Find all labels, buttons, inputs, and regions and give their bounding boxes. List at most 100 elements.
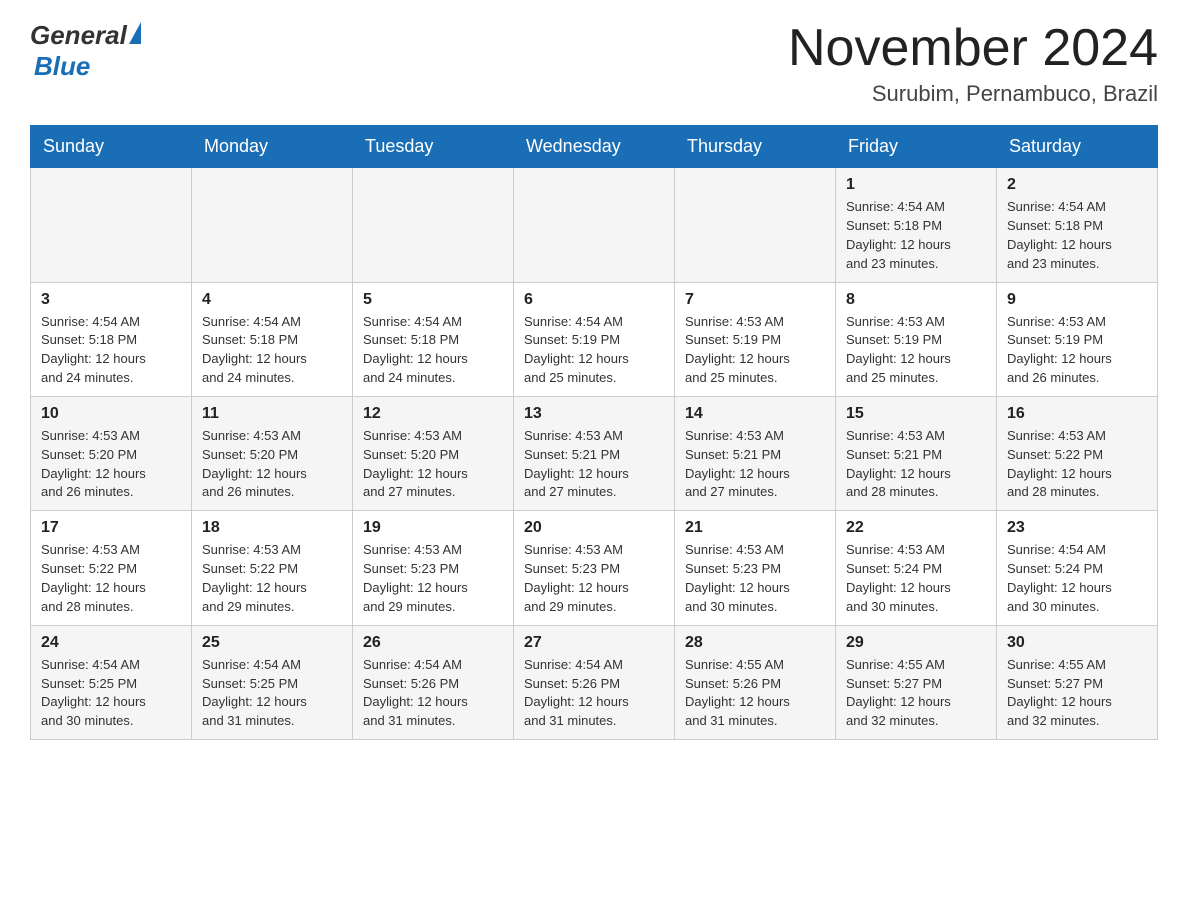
logo-general: General	[30, 20, 127, 51]
day-info: Sunrise: 4:55 AMSunset: 5:26 PMDaylight:…	[685, 656, 825, 731]
day-info: Sunrise: 4:53 AMSunset: 5:21 PMDaylight:…	[846, 427, 986, 502]
day-number: 13	[524, 405, 664, 423]
day-number: 26	[363, 634, 503, 652]
calendar-cell: 29 Sunrise: 4:55 AMSunset: 5:27 PMDayligh…	[836, 625, 997, 739]
day-number: 24	[41, 634, 181, 652]
day-info: Sunrise: 4:53 AMSunset: 5:23 PMDaylight:…	[685, 541, 825, 616]
day-number: 3	[41, 291, 181, 309]
calendar-cell	[192, 168, 353, 282]
day-info: Sunrise: 4:53 AMSunset: 5:22 PMDaylight:…	[41, 541, 181, 616]
day-info: Sunrise: 4:53 AMSunset: 5:20 PMDaylight:…	[202, 427, 342, 502]
day-number: 4	[202, 291, 342, 309]
calendar-table: SundayMondayTuesdayWednesdayThursdayFrid…	[30, 125, 1158, 740]
calendar-cell	[31, 168, 192, 282]
col-header-wednesday: Wednesday	[514, 126, 675, 168]
calendar-cell: 12 Sunrise: 4:53 AMSunset: 5:20 PMDayligh…	[353, 396, 514, 510]
day-number: 25	[202, 634, 342, 652]
day-info: Sunrise: 4:53 AMSunset: 5:22 PMDaylight:…	[1007, 427, 1147, 502]
day-number: 19	[363, 519, 503, 537]
calendar-cell: 16 Sunrise: 4:53 AMSunset: 5:22 PMDayligh…	[997, 396, 1158, 510]
day-info: Sunrise: 4:53 AMSunset: 5:24 PMDaylight:…	[846, 541, 986, 616]
day-info: Sunrise: 4:54 AMSunset: 5:25 PMDaylight:…	[202, 656, 342, 731]
day-number: 17	[41, 519, 181, 537]
day-number: 1	[846, 176, 986, 194]
day-number: 20	[524, 519, 664, 537]
calendar-cell	[353, 168, 514, 282]
calendar-cell: 19 Sunrise: 4:53 AMSunset: 5:23 PMDayligh…	[353, 511, 514, 625]
day-info: Sunrise: 4:53 AMSunset: 5:20 PMDaylight:…	[363, 427, 503, 502]
day-info: Sunrise: 4:53 AMSunset: 5:22 PMDaylight:…	[202, 541, 342, 616]
day-number: 7	[685, 291, 825, 309]
day-number: 27	[524, 634, 664, 652]
day-number: 10	[41, 405, 181, 423]
day-info: Sunrise: 4:53 AMSunset: 5:20 PMDaylight:…	[41, 427, 181, 502]
day-info: Sunrise: 4:53 AMSunset: 5:19 PMDaylight:…	[846, 313, 986, 388]
page-header: General Blue November 2024 Surubim, Pern…	[30, 20, 1158, 107]
col-header-monday: Monday	[192, 126, 353, 168]
calendar-cell: 5 Sunrise: 4:54 AMSunset: 5:18 PMDaylight…	[353, 282, 514, 396]
day-number: 18	[202, 519, 342, 537]
calendar-cell: 17 Sunrise: 4:53 AMSunset: 5:22 PMDayligh…	[31, 511, 192, 625]
calendar-cell: 23 Sunrise: 4:54 AMSunset: 5:24 PMDayligh…	[997, 511, 1158, 625]
day-number: 9	[1007, 291, 1147, 309]
day-info: Sunrise: 4:54 AMSunset: 5:19 PMDaylight:…	[524, 313, 664, 388]
day-info: Sunrise: 4:54 AMSunset: 5:18 PMDaylight:…	[202, 313, 342, 388]
day-info: Sunrise: 4:53 AMSunset: 5:21 PMDaylight:…	[685, 427, 825, 502]
day-number: 22	[846, 519, 986, 537]
calendar-cell: 2 Sunrise: 4:54 AMSunset: 5:18 PMDaylight…	[997, 168, 1158, 282]
day-info: Sunrise: 4:54 AMSunset: 5:18 PMDaylight:…	[846, 198, 986, 273]
calendar-cell: 10 Sunrise: 4:53 AMSunset: 5:20 PMDayligh…	[31, 396, 192, 510]
calendar-cell: 20 Sunrise: 4:53 AMSunset: 5:23 PMDayligh…	[514, 511, 675, 625]
location-title: Surubim, Pernambuco, Brazil	[788, 81, 1158, 107]
day-number: 11	[202, 405, 342, 423]
day-number: 16	[1007, 405, 1147, 423]
calendar-cell: 25 Sunrise: 4:54 AMSunset: 5:25 PMDayligh…	[192, 625, 353, 739]
day-number: 2	[1007, 176, 1147, 194]
col-header-tuesday: Tuesday	[353, 126, 514, 168]
calendar-cell: 24 Sunrise: 4:54 AMSunset: 5:25 PMDayligh…	[31, 625, 192, 739]
calendar-cell: 30Sunrise: 4:55 AMSunset: 5:27 PMDayligh…	[997, 625, 1158, 739]
day-number: 21	[685, 519, 825, 537]
calendar-cell: 15 Sunrise: 4:53 AMSunset: 5:21 PMDayligh…	[836, 396, 997, 510]
day-info: Sunrise: 4:54 AMSunset: 5:24 PMDaylight:…	[1007, 541, 1147, 616]
calendar-cell: 28Sunrise: 4:55 AMSunset: 5:26 PMDayligh…	[675, 625, 836, 739]
day-number: 12	[363, 405, 503, 423]
calendar-cell: 4 Sunrise: 4:54 AMSunset: 5:18 PMDaylight…	[192, 282, 353, 396]
calendar-cell: 11 Sunrise: 4:53 AMSunset: 5:20 PMDayligh…	[192, 396, 353, 510]
calendar-cell: 13 Sunrise: 4:53 AMSunset: 5:21 PMDayligh…	[514, 396, 675, 510]
day-info: Sunrise: 4:53 AMSunset: 5:23 PMDaylight:…	[524, 541, 664, 616]
day-info: Sunrise: 4:54 AMSunset: 5:18 PMDaylight:…	[41, 313, 181, 388]
col-header-sunday: Sunday	[31, 126, 192, 168]
day-number: 8	[846, 291, 986, 309]
day-info: Sunrise: 4:53 AMSunset: 5:23 PMDaylight:…	[363, 541, 503, 616]
calendar-cell: 27 Sunrise: 4:54 AMSunset: 5:26 PMDayligh…	[514, 625, 675, 739]
day-info: Sunrise: 4:53 AMSunset: 5:21 PMDaylight:…	[524, 427, 664, 502]
logo-blue: Blue	[34, 51, 141, 82]
day-info: Sunrise: 4:54 AMSunset: 5:18 PMDaylight:…	[363, 313, 503, 388]
calendar-cell: 6 Sunrise: 4:54 AMSunset: 5:19 PMDaylight…	[514, 282, 675, 396]
day-info: Sunrise: 4:54 AMSunset: 5:18 PMDaylight:…	[1007, 198, 1147, 273]
col-header-friday: Friday	[836, 126, 997, 168]
day-info: Sunrise: 4:53 AMSunset: 5:19 PMDaylight:…	[1007, 313, 1147, 388]
calendar-cell: 26 Sunrise: 4:54 AMSunset: 5:26 PMDayligh…	[353, 625, 514, 739]
day-number: 29	[846, 634, 986, 652]
day-info: Sunrise: 4:54 AMSunset: 5:26 PMDaylight:…	[363, 656, 503, 731]
title-block: November 2024 Surubim, Pernambuco, Brazi…	[788, 20, 1158, 107]
day-info: Sunrise: 4:55 AMSunset: 5:27 PMDaylight:…	[1007, 656, 1147, 731]
day-info: Sunrise: 4:55 AMSunset: 5:27 PMDaylight:…	[846, 656, 986, 731]
calendar-cell: 8 Sunrise: 4:53 AMSunset: 5:19 PMDaylight…	[836, 282, 997, 396]
day-number: 6	[524, 291, 664, 309]
day-number: 5	[363, 291, 503, 309]
calendar-cell	[514, 168, 675, 282]
day-number: 15	[846, 405, 986, 423]
calendar-cell: 9 Sunrise: 4:53 AMSunset: 5:19 PMDaylight…	[997, 282, 1158, 396]
col-header-saturday: Saturday	[997, 126, 1158, 168]
day-number: 23	[1007, 519, 1147, 537]
calendar-cell	[675, 168, 836, 282]
day-info: Sunrise: 4:54 AMSunset: 5:25 PMDaylight:…	[41, 656, 181, 731]
logo: General Blue	[30, 20, 141, 82]
calendar-cell: 22 Sunrise: 4:53 AMSunset: 5:24 PMDayligh…	[836, 511, 997, 625]
calendar-cell: 18 Sunrise: 4:53 AMSunset: 5:22 PMDayligh…	[192, 511, 353, 625]
month-title: November 2024	[788, 20, 1158, 77]
day-info: Sunrise: 4:54 AMSunset: 5:26 PMDaylight:…	[524, 656, 664, 731]
